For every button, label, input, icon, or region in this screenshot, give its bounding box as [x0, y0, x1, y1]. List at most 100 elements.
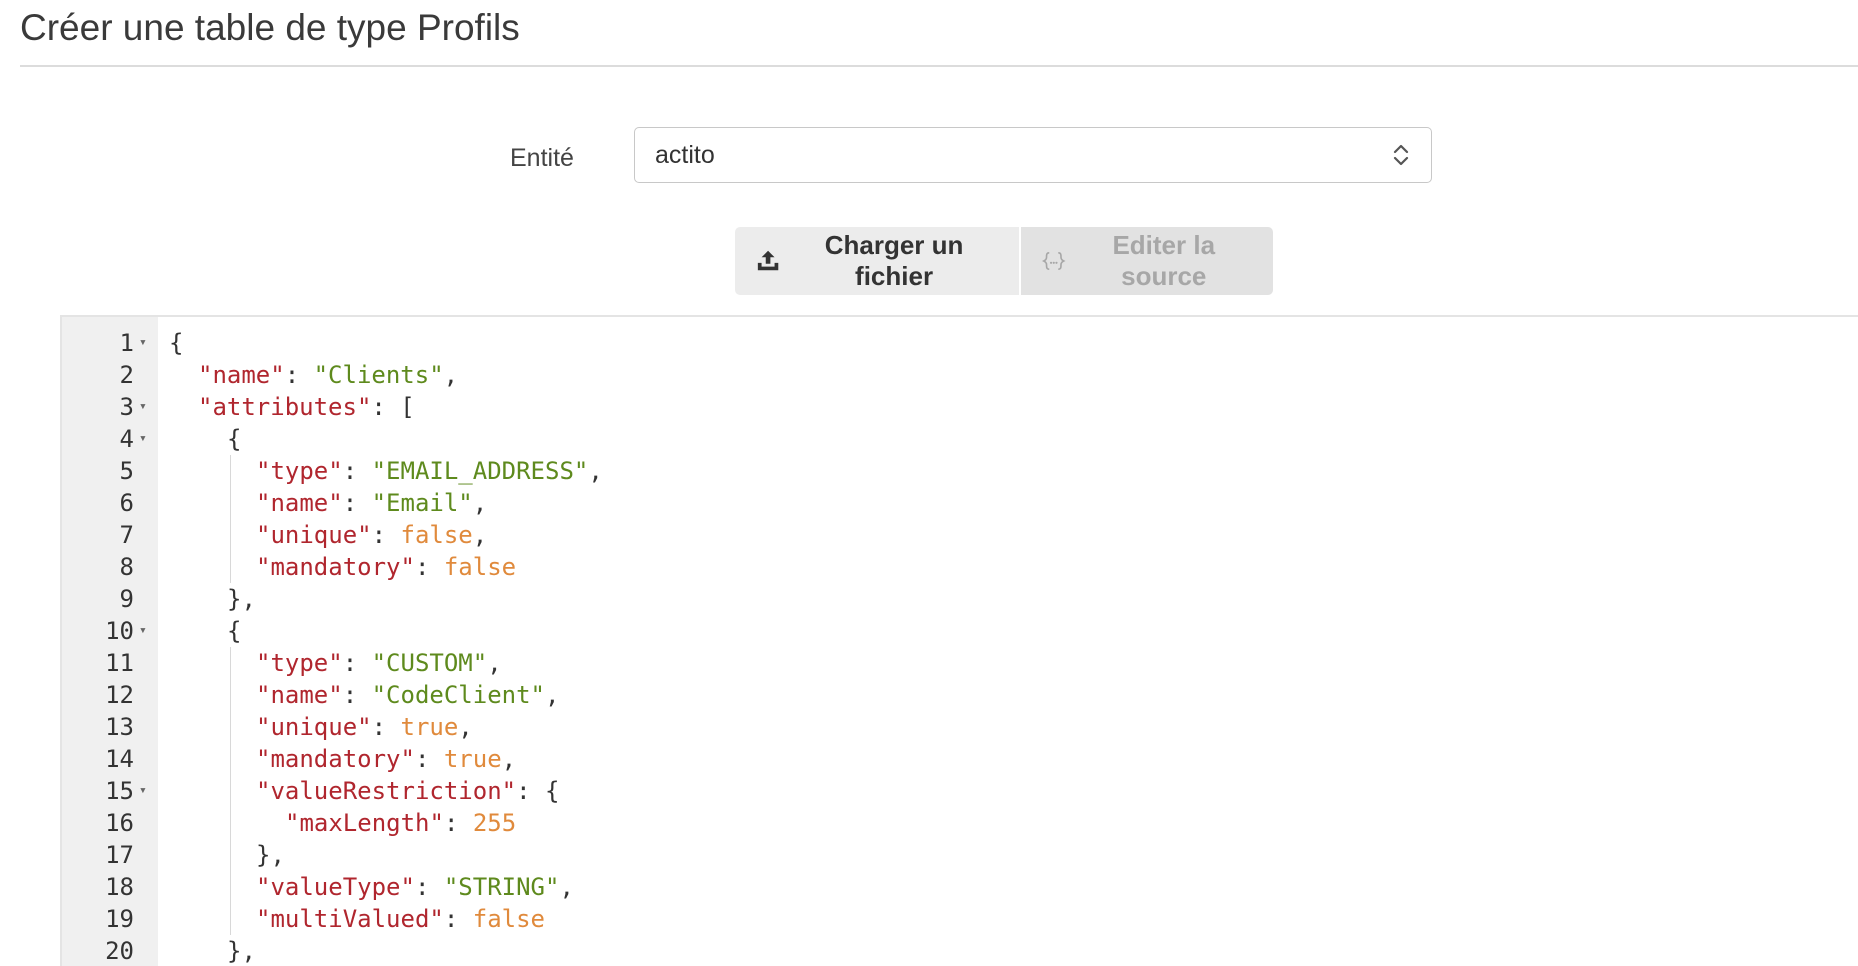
code-token: "mandatory": [256, 745, 415, 773]
code-token: "unique": [256, 521, 372, 549]
code-line: 15 ▾ "valueRestriction": {: [62, 775, 1858, 807]
code-line: 2 "name": "Clients",: [62, 359, 1858, 391]
code-token: ,: [443, 361, 459, 389]
code-token: :: [371, 521, 401, 549]
code-text: },: [227, 935, 256, 966]
code-token: false: [472, 905, 545, 933]
code-text: },: [227, 583, 256, 615]
code-token: ,: [545, 681, 560, 709]
code-token: },: [227, 585, 256, 613]
code-text: "unique": true,: [256, 711, 473, 743]
line-number: 12: [105, 681, 134, 709]
code-token: :: [342, 457, 372, 485]
line-number: 16: [105, 809, 134, 837]
code-text: "valueType": "STRING",: [256, 871, 574, 903]
entity-select[interactable]: actito: [634, 127, 1432, 183]
line-number: 14: [105, 745, 134, 773]
code-line: 10 ▾ {: [62, 615, 1858, 647]
code-token: "name": [256, 489, 343, 517]
line-number: 9: [119, 585, 134, 613]
code-text: "mandatory": false: [256, 551, 516, 583]
page-title: Créer une table de type Profils: [20, 7, 520, 48]
code-token: "maxLength": [285, 809, 444, 837]
code-braces-icon: [1042, 252, 1066, 270]
upload-icon: [757, 250, 779, 271]
code-token: :: [342, 681, 372, 709]
code-line: 16 "maxLength": 255: [62, 807, 1858, 839]
line-number: 6: [119, 489, 134, 517]
code-token: true: [443, 745, 502, 773]
code-text: "attributes": [: [198, 391, 415, 423]
code-line: 3 ▾ "attributes": [: [62, 391, 1858, 423]
editor-lines: 1 ▾{2 "name": "Clients", 3 ▾ "attributes": [4…: [62, 327, 1858, 966]
code-text: },: [256, 839, 285, 871]
code-token: "mandatory": [256, 553, 415, 581]
code-line: 18 "valueType": "STRING",: [62, 871, 1858, 903]
code-token: "name": [256, 681, 343, 709]
code-token: false: [443, 553, 517, 581]
code-token: false: [400, 521, 473, 549]
upload-file-label: Charger un fichier: [824, 230, 964, 291]
code-line: 19 "multiValued": false: [62, 903, 1858, 935]
code-line: 6 "name": "Email",: [62, 487, 1858, 519]
code-token: ,: [458, 713, 473, 741]
code-text: "name": "Clients",: [198, 359, 458, 391]
code-text: {: [169, 327, 183, 359]
code-token: "type": [256, 457, 343, 485]
entity-label: Entité: [510, 144, 574, 172]
code-token: : [: [371, 393, 415, 421]
code-line: 12 "name": "CodeClient",: [62, 679, 1858, 711]
code-line: 14 "mandatory": true,: [62, 743, 1858, 775]
code-token: :: [414, 873, 444, 901]
code-token: "valueType": [256, 873, 415, 901]
fold-toggle-icon[interactable]: ▾: [139, 327, 151, 359]
line-number: 15: [105, 777, 134, 805]
code-token: 255: [472, 809, 517, 837]
fold-toggle-icon[interactable]: ▾: [139, 423, 151, 455]
code-token: "Clients": [313, 361, 444, 389]
code-text: "type": "EMAIL_ADDRESS",: [256, 455, 603, 487]
code-token: ,: [501, 745, 517, 773]
line-number: 10: [105, 617, 134, 645]
code-token: "valueRestriction": [256, 777, 517, 805]
code-token: "CodeClient": [371, 681, 545, 709]
code-line: 9},: [62, 583, 1858, 615]
line-number: 2: [119, 361, 134, 389]
fold-toggle-icon[interactable]: ▾: [139, 391, 151, 423]
indent-guide: [230, 647, 231, 935]
code-token: :: [342, 649, 372, 677]
edit-source-button[interactable]: Editer la source: [1021, 227, 1273, 295]
json-code-editor[interactable]: 1 ▾{2 "name": "Clients", 3 ▾ "attributes": [4…: [60, 315, 1858, 966]
code-text: "unique": false,: [256, 519, 487, 551]
code-line: 8 "mandatory": false: [62, 551, 1858, 583]
code-text: "valueRestriction": {: [256, 775, 559, 807]
code-token: ,: [472, 489, 488, 517]
code-line: 4 ▾ {: [62, 423, 1858, 455]
fold-toggle-icon[interactable]: ▾: [139, 775, 151, 807]
code-token: "name": [198, 361, 285, 389]
title-divider: [20, 65, 1858, 67]
line-number: 20: [105, 937, 134, 965]
code-token: ,: [487, 649, 502, 677]
code-token: true: [400, 713, 459, 741]
code-token: {: [169, 329, 184, 357]
code-token: :: [342, 489, 372, 517]
code-token: ,: [588, 457, 603, 485]
code-token: :: [371, 713, 401, 741]
source-toolbar: Charger un fichier Editer la source: [735, 227, 1273, 295]
line-number: 8: [119, 553, 134, 581]
line-number: 13: [105, 713, 134, 741]
code-token: :: [414, 745, 444, 773]
code-text: "name": "CodeClient",: [256, 679, 559, 711]
code-line: 17},: [62, 839, 1858, 871]
chevron-up-down-icon: [1393, 144, 1409, 166]
code-token: ,: [559, 873, 574, 901]
code-token: :: [284, 361, 314, 389]
upload-file-button[interactable]: Charger un fichier: [735, 227, 1019, 295]
line-number: 1: [119, 329, 134, 357]
code-text: "mandatory": true,: [256, 743, 516, 775]
code-token: },: [227, 937, 256, 965]
fold-toggle-icon[interactable]: ▾: [139, 615, 151, 647]
code-token: : {: [516, 777, 560, 805]
line-number: 3: [119, 393, 134, 421]
